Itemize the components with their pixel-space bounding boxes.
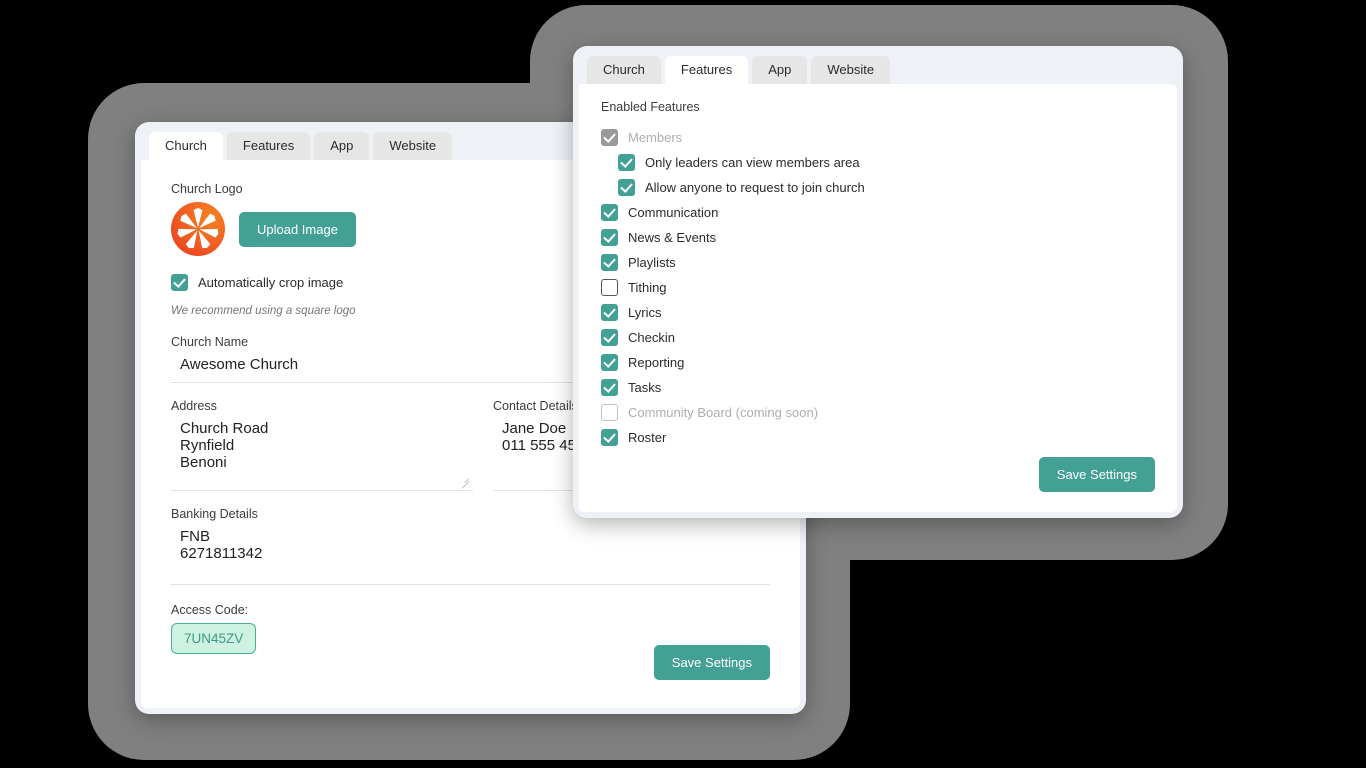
- feature-checkbox[interactable]: [618, 179, 635, 196]
- tab-features-2[interactable]: Features: [664, 56, 749, 84]
- feature-checkbox[interactable]: [601, 254, 618, 271]
- feature-row[interactable]: Communication: [601, 200, 1155, 225]
- feature-checkbox[interactable]: [601, 204, 618, 221]
- feature-row[interactable]: Checkin: [601, 325, 1155, 350]
- tab-app[interactable]: App: [314, 132, 370, 160]
- feature-row[interactable]: Reporting: [601, 350, 1155, 375]
- feature-checkbox-list: Members Only leaders can view members are…: [601, 125, 1155, 450]
- address-label: Address: [171, 398, 217, 413]
- feature-checkbox[interactable]: [601, 329, 618, 346]
- feature-row[interactable]: Lyrics: [601, 300, 1155, 325]
- feature-row[interactable]: Playlists: [601, 250, 1155, 275]
- feature-checkbox[interactable]: [601, 354, 618, 371]
- feature-row[interactable]: Tithing: [601, 275, 1155, 300]
- tab-website-2[interactable]: Website: [811, 56, 891, 84]
- feature-label: Playlists: [628, 255, 676, 270]
- pinwheel-burst-logo-icon: [171, 202, 225, 256]
- feature-checkbox[interactable]: [601, 229, 618, 246]
- feature-label: News & Events: [628, 230, 717, 245]
- tab-website[interactable]: Website: [373, 132, 453, 160]
- features-form: Enabled Features Members Only leaders can…: [579, 84, 1177, 450]
- screen-root: Church Features App Website Church Logo: [0, 0, 1366, 768]
- feature-label: Roster: [628, 430, 667, 445]
- save-settings-button-features[interactable]: Save Settings: [1038, 457, 1155, 492]
- features-tabbar: Church Features App Website: [579, 52, 1177, 84]
- feature-checkbox[interactable]: [601, 304, 618, 321]
- feature-row[interactable]: Roster: [601, 425, 1155, 450]
- feature-label: Members: [628, 130, 683, 145]
- feature-row[interactable]: Tasks: [601, 375, 1155, 400]
- feature-label: Community Board (coming soon): [628, 405, 819, 420]
- feature-row: Members: [601, 125, 1155, 150]
- features-panel: Enabled Features Members Only leaders can…: [579, 84, 1177, 512]
- feature-checkbox[interactable]: [618, 154, 635, 171]
- feature-row[interactable]: News & Events: [601, 225, 1155, 250]
- enabled-features-heading: Enabled Features: [601, 100, 700, 114]
- feature-label: Reporting: [628, 355, 685, 370]
- feature-label: Tithing: [628, 280, 667, 295]
- feature-label: Allow anyone to request to join church: [645, 180, 865, 195]
- banking-details-input[interactable]: FNB 6271811342: [171, 528, 770, 563]
- tab-features[interactable]: Features: [226, 132, 311, 160]
- feature-label: Only leaders can view members area: [645, 155, 860, 170]
- feature-checkbox: [601, 129, 618, 146]
- tab-church-2[interactable]: Church: [587, 56, 661, 84]
- feature-checkbox[interactable]: [601, 379, 618, 396]
- feature-row[interactable]: Allow anyone to request to join church: [601, 175, 1155, 200]
- upload-image-button[interactable]: Upload Image: [239, 211, 356, 247]
- feature-checkbox: [601, 404, 618, 421]
- save-settings-button-church[interactable]: Save Settings: [653, 645, 770, 680]
- auto-crop-label: Automatically crop image: [198, 275, 344, 290]
- auto-crop-checkbox[interactable]: [171, 274, 188, 291]
- feature-label: Lyrics: [628, 305, 662, 320]
- feature-row[interactable]: Only leaders can view members area: [601, 150, 1155, 175]
- access-code-value[interactable]: 7UN45ZV: [171, 622, 257, 655]
- feature-checkbox[interactable]: [601, 279, 618, 296]
- feature-label: Tasks: [628, 380, 662, 395]
- features-settings-window: Church Features App Website Enabled Feat…: [573, 46, 1183, 518]
- address-resize-handle[interactable]: [461, 478, 470, 487]
- feature-checkbox[interactable]: [601, 429, 618, 446]
- feature-label: Communication: [628, 205, 719, 220]
- feature-row: Community Board (coming soon): [601, 400, 1155, 425]
- access-code-label: Access Code:: [171, 602, 249, 617]
- tab-church[interactable]: Church: [149, 132, 223, 160]
- banking-details-field[interactable]: Banking Details FNB 6271811342: [171, 507, 770, 585]
- tab-app-2[interactable]: App: [752, 56, 808, 84]
- feature-label: Checkin: [628, 330, 675, 345]
- address-field[interactable]: Address Church Road Rynfield Benoni: [171, 399, 473, 491]
- address-input[interactable]: Church Road Rynfield Benoni: [171, 420, 473, 472]
